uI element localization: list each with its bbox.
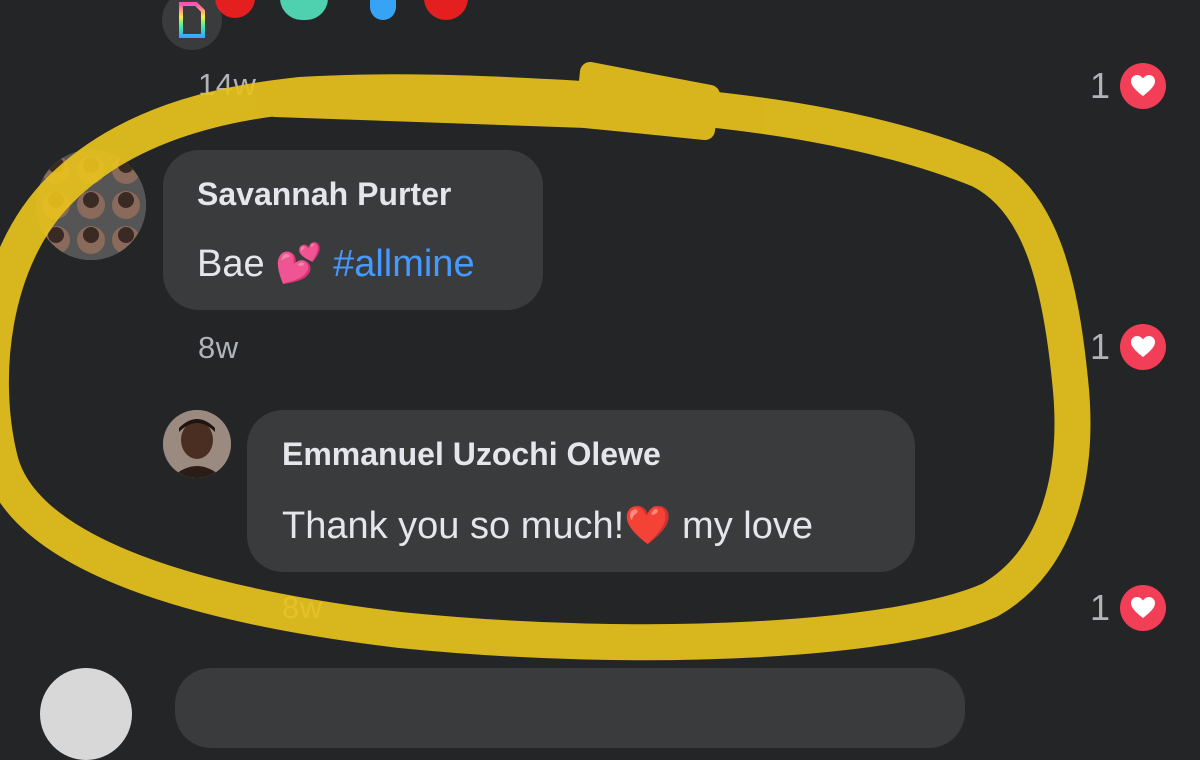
like-count: 1 — [1090, 65, 1111, 106]
gif-button[interactable] — [162, 0, 222, 50]
gif-icon — [179, 2, 205, 38]
comment-text-prefix: Thank you so much! — [282, 505, 625, 547]
comment-author[interactable]: Emmanuel Uzochi Olewe — [282, 436, 661, 473]
comment-bubble[interactable] — [175, 668, 965, 748]
like-indicator[interactable]: 1 — [1090, 324, 1167, 370]
like-indicator[interactable]: 1 — [1090, 63, 1167, 109]
avatar-photo — [36, 150, 146, 260]
gif-blob-red-2 — [424, 0, 468, 20]
two-hearts-emoji: 💕 — [275, 243, 323, 285]
comment-bubble[interactable]: Savannah Purter Bae 💕 #allmine — [163, 150, 543, 310]
avatar[interactable] — [163, 410, 231, 478]
red-heart-emoji: ❤️ — [624, 505, 672, 547]
avatar[interactable] — [36, 150, 146, 260]
hashtag-link[interactable]: #allmine — [333, 243, 475, 285]
highlight-annotation — [0, 62, 1091, 661]
like-indicator[interactable]: 1 — [1090, 585, 1167, 631]
comment-text-prefix: Bae — [197, 243, 276, 285]
avatar-photo — [163, 410, 231, 478]
heart-icon — [1120, 324, 1167, 370]
comment-text: Thank you so much!❤️ my love — [282, 504, 813, 548]
like-count: 1 — [1090, 587, 1111, 628]
comment-timestamp: 8w — [198, 330, 239, 365]
reply-bubble[interactable]: Emmanuel Uzochi Olewe Thank you so much!… — [247, 410, 915, 572]
gif-blob-teal — [280, 0, 328, 20]
comment-timestamp: 8w — [282, 590, 323, 625]
comment-text-suffix: my love — [671, 505, 813, 547]
comment-timestamp: 14w — [198, 67, 257, 102]
avatar[interactable] — [40, 668, 132, 760]
like-count: 1 — [1090, 326, 1111, 367]
comment-text: Bae 💕 #allmine — [197, 242, 475, 286]
comment-author[interactable]: Savannah Purter — [197, 176, 451, 213]
gif-blob-blue — [370, 0, 396, 20]
heart-icon — [1120, 63, 1167, 109]
heart-icon — [1120, 585, 1167, 631]
